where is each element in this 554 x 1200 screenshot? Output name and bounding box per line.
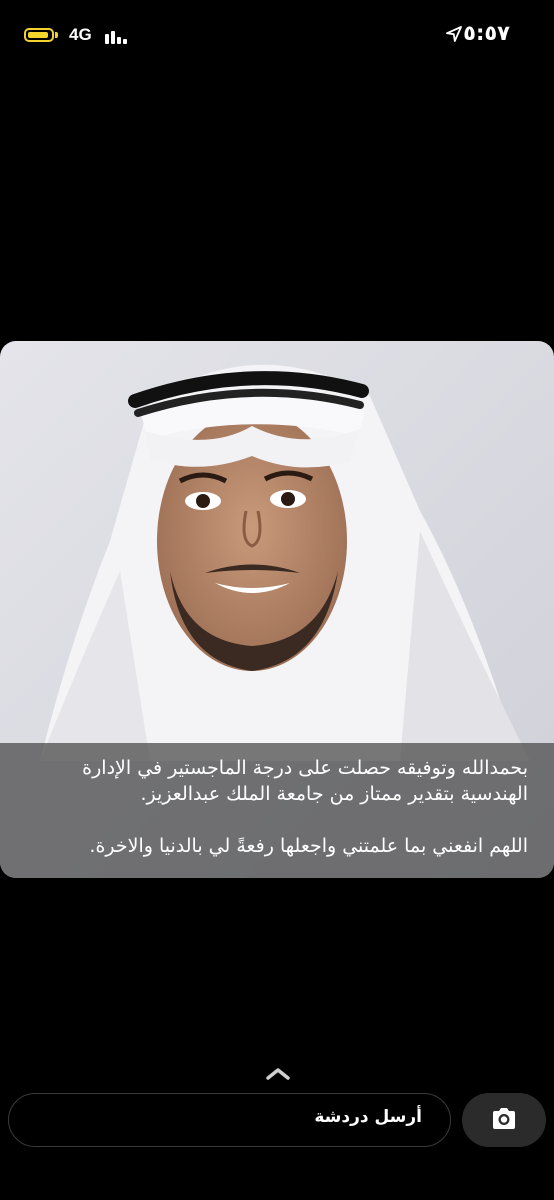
chat-input[interactable]: أرسل دردشة [8, 1093, 451, 1147]
story-caption: بحمدالله وتوفيقه حصلت على درجة الماجستير… [8, 755, 528, 859]
signal-strength-icon [105, 31, 127, 44]
status-bar: 4G ٥:٥٧ [0, 0, 554, 70]
location-arrow-icon [446, 26, 462, 42]
battery-cap [55, 32, 58, 38]
camera-icon [493, 1108, 515, 1129]
battery-icon [24, 28, 54, 42]
battery-level [28, 32, 48, 38]
camera-button[interactable] [462, 1093, 546, 1147]
network-type: 4G [69, 25, 92, 44]
clock: ٥:٥٧ [463, 21, 510, 45]
chat-placeholder: أرسل دردشة [314, 1107, 422, 1127]
chevron-up-icon[interactable] [264, 1066, 292, 1082]
caption-line-3: اللهم انفعني بما علمتني واجعلها رفعةً لي… [89, 835, 528, 857]
caption-line-1: بحمدالله وتوفيقه حصلت على درجة الماجستير… [82, 757, 528, 779]
caption-line-2: الهندسية بتقدير ممتاز من جامعة الملك عبد… [140, 783, 528, 805]
